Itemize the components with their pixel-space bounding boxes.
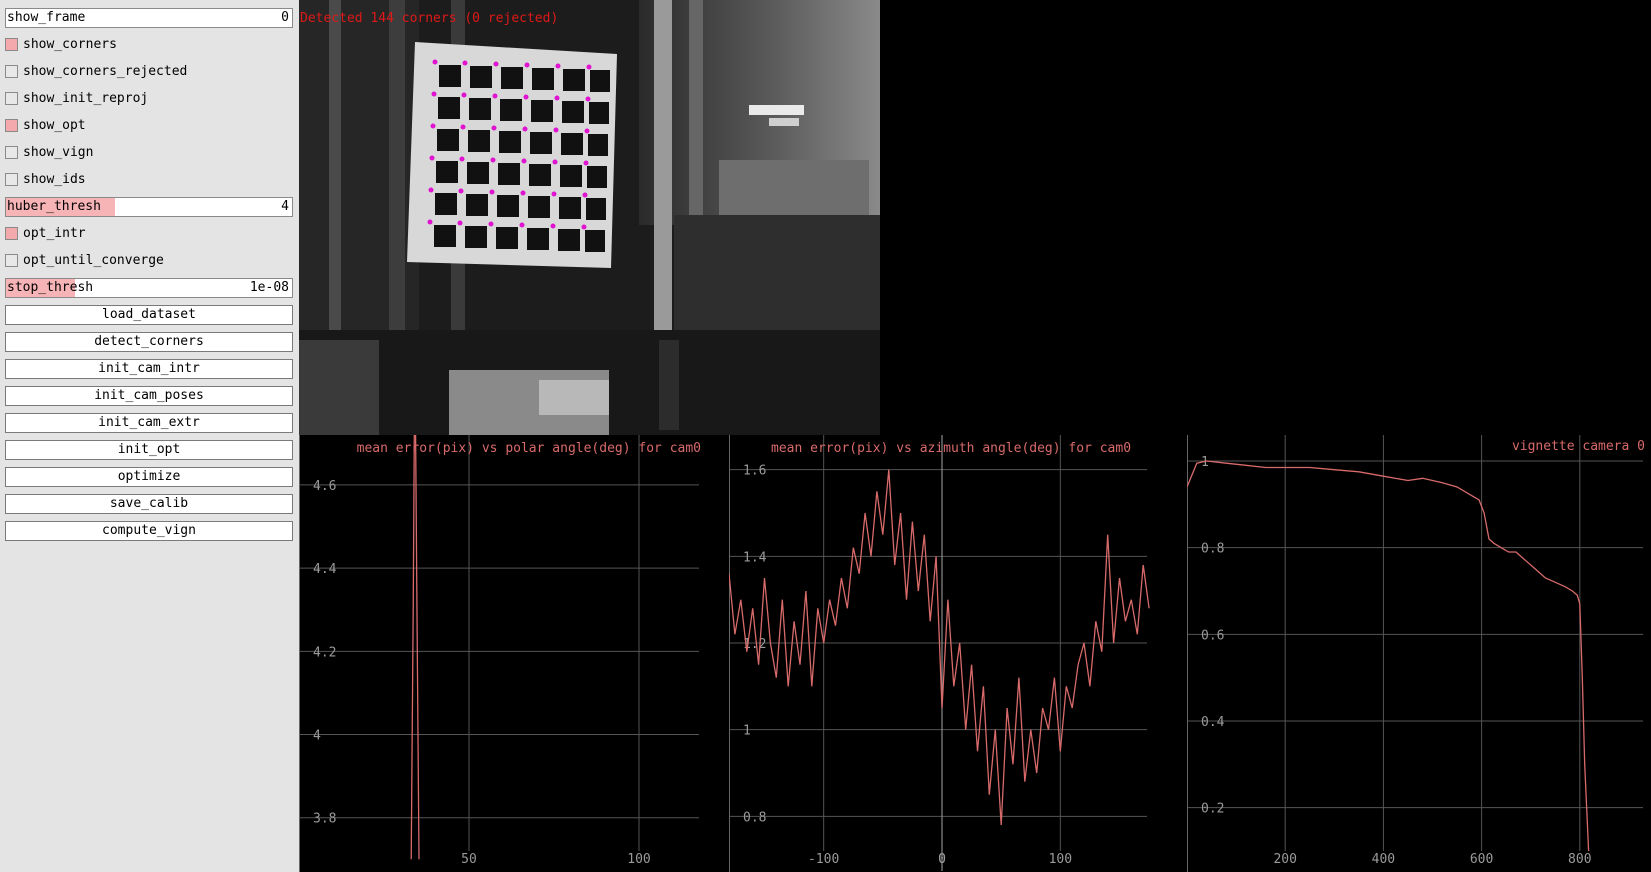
- huber-thresh-slider[interactable]: huber_thresh 4: [5, 197, 293, 217]
- show-corners-label: show_corners: [23, 37, 117, 52]
- show-vign-checkbox[interactable]: show_vign: [5, 143, 293, 163]
- y-tick-label: 3.8: [313, 812, 336, 827]
- y-tick-label: 0.2: [1201, 802, 1224, 817]
- y-tick-label: 4.2: [313, 645, 336, 660]
- opt-intr-checkbox[interactable]: opt_intr: [5, 224, 293, 244]
- x-tick-label: 100: [1049, 852, 1072, 867]
- stop-thresh-value: 1e-08: [249, 280, 289, 295]
- x-tick-label: 600: [1470, 852, 1493, 867]
- x-tick-label: 0: [938, 852, 946, 867]
- corner-detection-status: Detected 144 corners (0 rejected): [300, 11, 559, 26]
- y-tick-label: 4: [313, 729, 321, 744]
- show-frame-label: show_frame: [7, 10, 86, 25]
- azimuth-angle-error-chart: 0.811.21.41.6-10001000: [729, 435, 1150, 872]
- opt-until-converge-label: opt_until_converge: [23, 253, 164, 268]
- azimuth-angle-error-plot[interactable]: 0.811.21.41.6-10001000 mean error(pix) v…: [729, 435, 1155, 872]
- show-corners-rejected-box[interactable]: [5, 65, 18, 78]
- init-cam-intr-button[interactable]: init_cam_intr: [5, 359, 293, 379]
- init-cam-poses-button[interactable]: init_cam_poses: [5, 386, 293, 406]
- polar-angle-error-plot[interactable]: 3.8 4 4.2 4.4 4.6 50 100 mean error(pix) vs po…: [299, 435, 707, 872]
- show-vign-box[interactable]: [5, 146, 18, 159]
- y-tick-label: 0.8: [743, 810, 766, 825]
- opt-until-converge-checkbox[interactable]: opt_until_converge: [5, 251, 293, 271]
- show-init-reproj-box[interactable]: [5, 92, 18, 105]
- show-ids-checkbox[interactable]: show_ids: [5, 170, 293, 190]
- y-tick-label: 1.4: [743, 550, 767, 565]
- y-tick-label: 1: [743, 724, 751, 739]
- show-init-reproj-label: show_init_reproj: [23, 91, 149, 106]
- vignette-plot[interactable]: 0.2 0.4 0.6 0.8 1 200 400 600 800 vignette camer…: [1187, 435, 1651, 872]
- x-tick-label: 800: [1568, 852, 1591, 867]
- polar-angle-plot-title: mean error(pix) vs polar angle(deg) for …: [356, 441, 701, 456]
- series-line: [410, 435, 420, 860]
- stop-thresh-slider[interactable]: stop_thresh 1e-08: [5, 278, 293, 298]
- show-corners-rejected-checkbox[interactable]: show_corners_rejected: [5, 62, 293, 82]
- x-tick-label: 200: [1273, 852, 1296, 867]
- x-tick-label: -100: [808, 852, 839, 867]
- save-calib-button[interactable]: save_calib: [5, 494, 293, 514]
- show-corners-box[interactable]: [5, 38, 18, 51]
- y-tick-label: 0.8: [1201, 542, 1224, 557]
- detect-corners-button[interactable]: detect_corners: [5, 332, 293, 352]
- y-tick-label: 4.4: [313, 562, 337, 577]
- vignette-plot-title: vignette camera 0: [1511, 439, 1645, 454]
- stop-thresh-label: stop_thresh: [7, 280, 94, 295]
- y-tick-label: 4.6: [313, 479, 336, 494]
- azimuth-angle-plot-title: mean error(pix) vs azimuth angle(deg) fo…: [771, 441, 1132, 456]
- show-frame-slider[interactable]: show_frame 0: [5, 8, 293, 28]
- show-opt-box[interactable]: [5, 119, 18, 132]
- x-tick-label: 100: [627, 852, 650, 867]
- huber-thresh-value: 4: [281, 199, 289, 214]
- load-dataset-button[interactable]: load_dataset: [5, 305, 293, 325]
- control-panel: show_frame 0 show_corners show_corners_r…: [0, 0, 299, 872]
- show-opt-checkbox[interactable]: show_opt: [5, 116, 293, 136]
- huber-thresh-label: huber_thresh: [7, 199, 101, 214]
- opt-intr-box[interactable]: [5, 227, 18, 240]
- show-ids-box[interactable]: [5, 173, 18, 186]
- show-opt-label: show_opt: [23, 118, 86, 133]
- init-opt-button[interactable]: init_opt: [5, 440, 293, 460]
- compute-vign-button[interactable]: compute_vign: [5, 521, 293, 541]
- show-vign-label: show_vign: [23, 145, 94, 160]
- y-tick-label: 0.4: [1201, 715, 1225, 730]
- series-line: [729, 469, 1150, 826]
- y-tick-label: 1.6: [743, 464, 766, 479]
- opt-until-converge-box[interactable]: [5, 254, 18, 267]
- x-tick-label: 50: [461, 852, 477, 867]
- show-corners-checkbox[interactable]: show_corners: [5, 35, 293, 55]
- show-init-reproj-checkbox[interactable]: show_init_reproj: [5, 89, 293, 109]
- camera-image-view[interactable]: Detected 144 corners (0 rejected): [299, 0, 880, 435]
- series-line: [1187, 460, 1590, 852]
- camera-frame-image: [299, 0, 880, 435]
- show-corners-rejected-label: show_corners_rejected: [23, 64, 188, 79]
- show-frame-value: 0: [281, 10, 289, 25]
- y-tick-label: 0.6: [1201, 628, 1224, 643]
- vignette-chart: 0.20.40.60.81200 400 600 800: [1187, 435, 1643, 872]
- show-ids-label: show_ids: [23, 172, 86, 187]
- init-cam-extr-button[interactable]: init_cam_extr: [5, 413, 293, 433]
- opt-intr-label: opt_intr: [23, 226, 86, 241]
- polar-angle-error-chart: 3.8 4 4.2 4.4 4.6 50 100: [299, 435, 699, 872]
- x-tick-label: 400: [1372, 852, 1395, 867]
- optimize-button[interactable]: optimize: [5, 467, 293, 487]
